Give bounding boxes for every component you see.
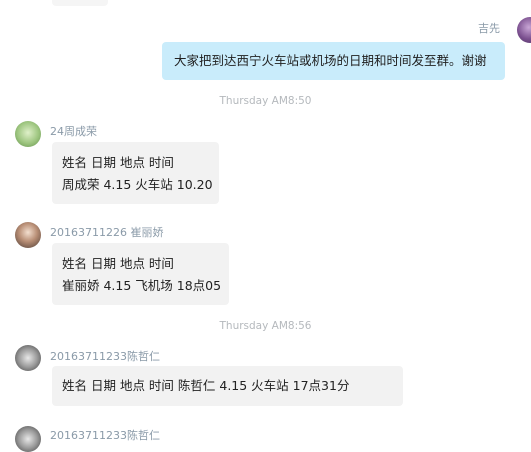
sender-name[interactable]: 24周成荣 [50, 123, 97, 139]
avatar[interactable] [15, 222, 41, 248]
previous-message-bubble [52, 0, 108, 6]
sender-name[interactable]: 20163711226 崔丽娇 [50, 224, 163, 240]
message-line: 姓名 日期 地点 时间 [62, 256, 174, 271]
self-sender-name: 吉先 [478, 22, 500, 35]
message-line: 周成荣 4.15 火车站 10.20 [62, 177, 213, 192]
message-bubble[interactable]: 姓名 日期 地点 时间 陈哲仁 4.15 火车站 17点31分 [52, 366, 403, 406]
avatar[interactable] [15, 426, 41, 452]
sender-name[interactable]: 20163711233陈哲仁 [50, 427, 160, 443]
self-message-bubble[interactable]: 大家把到达西宁火车站或机场的日期和时间发至群。谢谢 [162, 42, 505, 80]
message-line: 姓名 日期 地点 时间 陈哲仁 4.15 火车站 17点31分 [62, 378, 350, 393]
message-bubble[interactable]: 姓名 日期 地点 时间 周成荣 4.15 火车站 10.20 [52, 142, 219, 204]
message-line: 崔丽娇 4.15 飞机场 18点05 [62, 278, 222, 293]
sender-name[interactable]: 20163711233陈哲仁 [50, 348, 160, 364]
timestamp: Thursday AM8:56 [219, 320, 312, 332]
self-message-text: 大家把到达西宁火车站或机场的日期和时间发至群。谢谢 [174, 53, 487, 68]
message-bubble[interactable]: 姓名 日期 地点 时间 崔丽娇 4.15 飞机场 18点05 [52, 243, 229, 305]
self-avatar[interactable] [517, 17, 531, 43]
timestamp: Thursday AM8:50 [219, 95, 312, 107]
avatar[interactable] [15, 121, 41, 147]
avatar[interactable] [15, 345, 41, 371]
message-line: 姓名 日期 地点 时间 [62, 155, 174, 170]
